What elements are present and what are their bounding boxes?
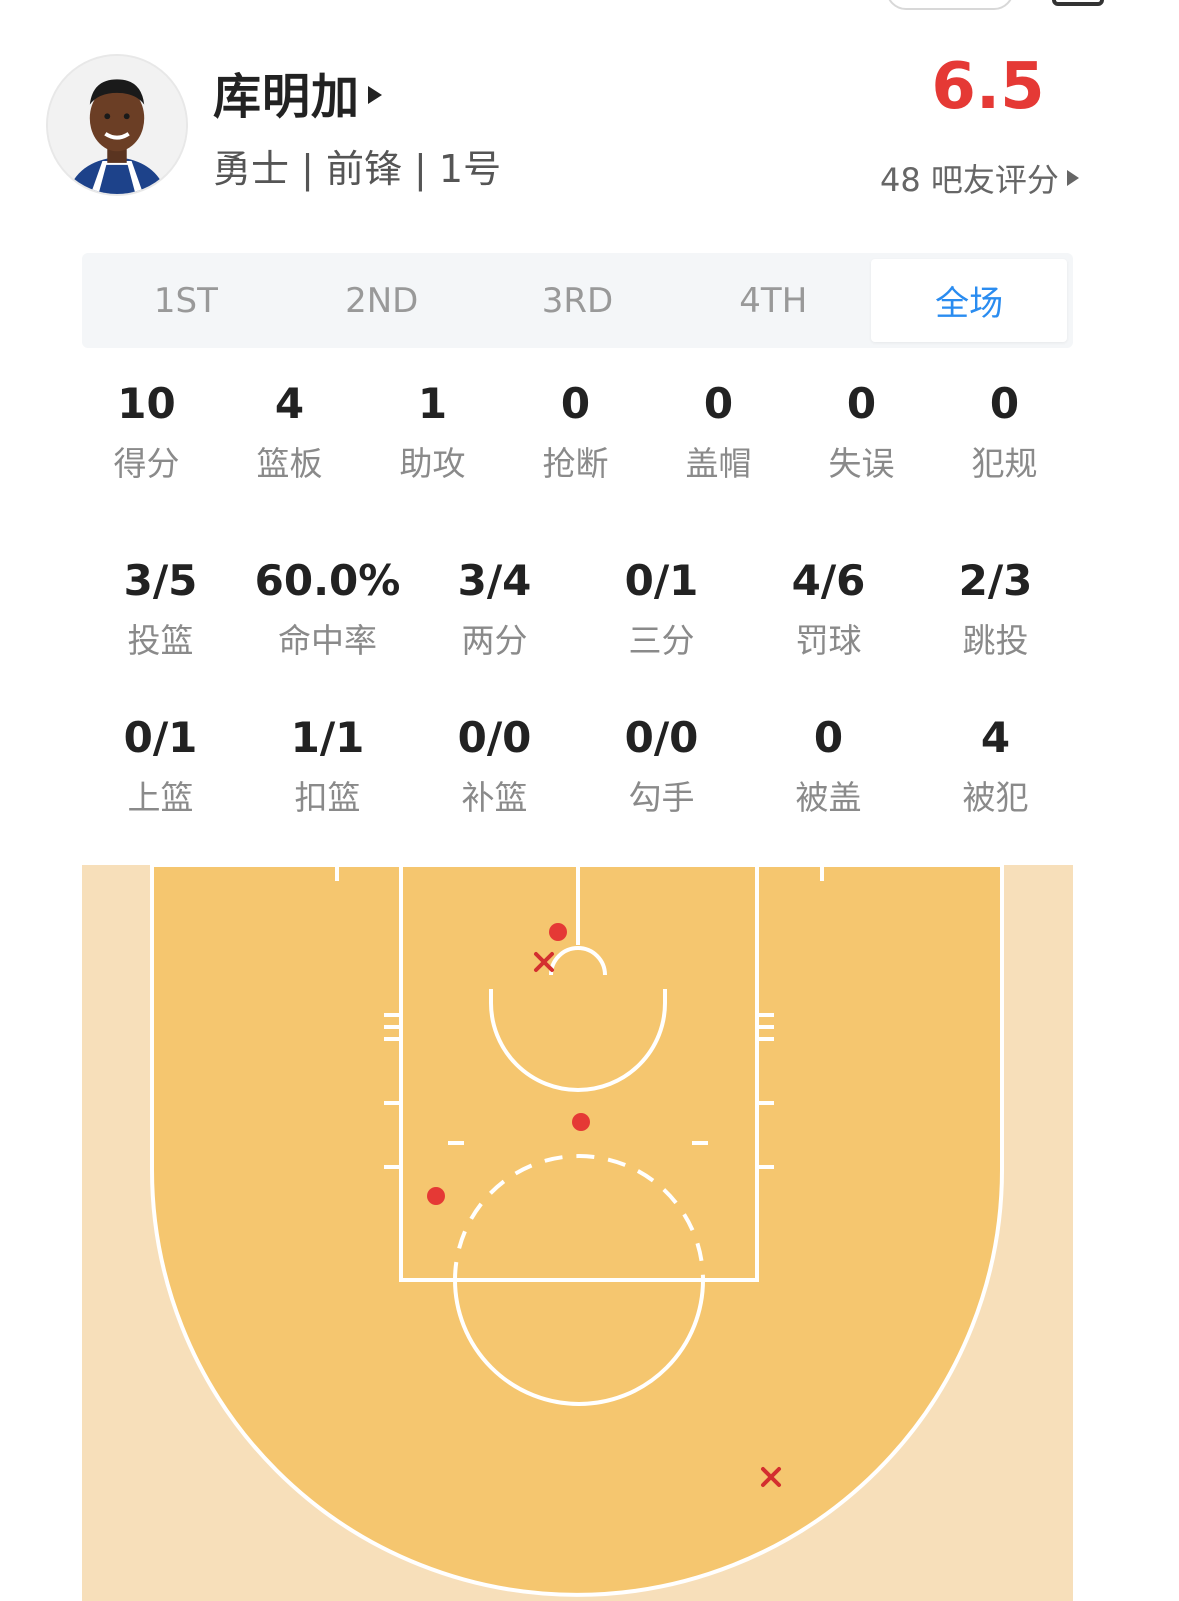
stat-assists: 1 助攻 bbox=[361, 379, 504, 483]
stat-value: 0/1 bbox=[123, 713, 198, 762]
rating-subtitle: 48 吧友评分 bbox=[880, 161, 1059, 199]
stat-label: 助攻 bbox=[399, 444, 466, 483]
stat-value: 0 bbox=[989, 379, 1020, 428]
stat-turnovers: 0 失误 bbox=[790, 379, 933, 483]
made-shot-marker bbox=[572, 1113, 590, 1131]
stat-3pt: 0/1 三分 bbox=[578, 556, 745, 660]
stat-label: 盖帽 bbox=[685, 444, 752, 483]
other-stats: 0/1 上篮 1/1 扣篮 0/0 补篮 0/0 勾手 0 被盖 4 被犯 bbox=[77, 713, 1079, 817]
tab-3rd[interactable]: 3RD bbox=[480, 259, 676, 342]
player-name: 库明加 bbox=[213, 69, 361, 125]
top-pill-button[interactable] bbox=[886, 0, 1014, 10]
tab-full-game[interactable]: 全场 bbox=[871, 259, 1067, 342]
stat-dunk: 1/1 扣篮 bbox=[244, 713, 411, 817]
stat-label: 得分 bbox=[113, 444, 180, 483]
stat-fg: 3/5 投篮 bbox=[77, 556, 244, 660]
stat-value: 4/6 bbox=[791, 556, 866, 605]
stat-value: 1/1 bbox=[290, 713, 365, 762]
stat-label: 被犯 bbox=[962, 778, 1029, 817]
stat-label: 两分 bbox=[461, 621, 528, 660]
tab-4th[interactable]: 4TH bbox=[675, 259, 871, 342]
stat-label: 抢断 bbox=[542, 444, 609, 483]
stat-rebounds: 4 篮板 bbox=[218, 379, 361, 483]
stat-value: 1 bbox=[417, 379, 448, 428]
stat-value: 0 bbox=[846, 379, 877, 428]
rating-link[interactable]: 48 吧友评分 bbox=[880, 158, 1079, 199]
made-shot-marker bbox=[549, 923, 567, 941]
stat-label: 上篮 bbox=[127, 778, 194, 817]
stat-steals: 0 抢断 bbox=[504, 379, 647, 483]
top-square-icon[interactable] bbox=[1052, 0, 1104, 6]
stat-value: 3/4 bbox=[457, 556, 532, 605]
period-tabs: 1ST 2ND 3RD 4TH 全场 bbox=[82, 253, 1073, 348]
stat-value: 0 bbox=[703, 379, 734, 428]
stat-label: 被盖 bbox=[795, 778, 862, 817]
stat-value: 3/5 bbox=[123, 556, 198, 605]
player-avatar-icon bbox=[48, 56, 186, 194]
court-svg bbox=[82, 865, 1073, 1601]
stat-label: 投篮 bbox=[127, 621, 194, 660]
stat-label: 命中率 bbox=[278, 621, 377, 660]
stat-value: 10 bbox=[117, 379, 176, 428]
play-arrow-icon bbox=[368, 86, 383, 104]
tab-2nd[interactable]: 2ND bbox=[284, 259, 480, 342]
stat-fg-pct: 60.0% 命中率 bbox=[244, 556, 411, 660]
rating-score: 6.5 bbox=[931, 50, 1045, 124]
tab-1st[interactable]: 1ST bbox=[88, 259, 284, 342]
stat-hook: 0/0 勾手 bbox=[578, 713, 745, 817]
stat-value: 4 bbox=[980, 713, 1011, 762]
stat-label: 跳投 bbox=[962, 621, 1029, 660]
player-name-link[interactable]: 库明加 bbox=[213, 62, 383, 125]
stat-label: 补篮 bbox=[461, 778, 528, 817]
made-shot-marker bbox=[427, 1187, 445, 1205]
stat-jumpshot: 2/3 跳投 bbox=[912, 556, 1079, 660]
stat-ft: 4/6 罚球 bbox=[745, 556, 912, 660]
stat-value: 4 bbox=[274, 379, 305, 428]
stat-fouls: 0 犯规 bbox=[933, 379, 1076, 483]
stat-value: 0/1 bbox=[624, 556, 699, 605]
player-meta: 勇士 | 前锋 | 1号 bbox=[213, 147, 502, 191]
stat-label: 犯规 bbox=[971, 444, 1038, 483]
stat-blocked: 0 被盖 bbox=[745, 713, 912, 817]
stat-value: 0 bbox=[560, 379, 591, 428]
stat-label: 失误 bbox=[828, 444, 895, 483]
stat-value: 0 bbox=[813, 713, 844, 762]
stat-label: 勾手 bbox=[628, 778, 695, 817]
shot-chart-court bbox=[82, 865, 1073, 1601]
stat-label: 扣篮 bbox=[294, 778, 361, 817]
stat-tipin: 0/0 补篮 bbox=[411, 713, 578, 817]
stat-fouled: 4 被犯 bbox=[912, 713, 1079, 817]
stat-2pt: 3/4 两分 bbox=[411, 556, 578, 660]
play-arrow-icon bbox=[1066, 170, 1079, 186]
shooting-stats: 3/5 投篮 60.0% 命中率 3/4 两分 0/1 三分 4/6 罚球 2/… bbox=[77, 556, 1079, 660]
stat-points: 10 得分 bbox=[75, 379, 218, 483]
stat-value: 60.0% bbox=[254, 556, 401, 605]
stat-layup: 0/1 上篮 bbox=[77, 713, 244, 817]
stat-value: 0/0 bbox=[457, 713, 532, 762]
stat-label: 三分 bbox=[628, 621, 695, 660]
stat-blocks: 0 盖帽 bbox=[647, 379, 790, 483]
stat-label: 罚球 bbox=[795, 621, 862, 660]
stat-value: 2/3 bbox=[958, 556, 1033, 605]
stat-label: 篮板 bbox=[256, 444, 323, 483]
player-avatar[interactable] bbox=[46, 54, 188, 196]
stat-value: 0/0 bbox=[624, 713, 699, 762]
primary-stats: 10 得分 4 篮板 1 助攻 0 抢断 0 盖帽 0 失误 0 犯规 bbox=[75, 379, 1077, 483]
